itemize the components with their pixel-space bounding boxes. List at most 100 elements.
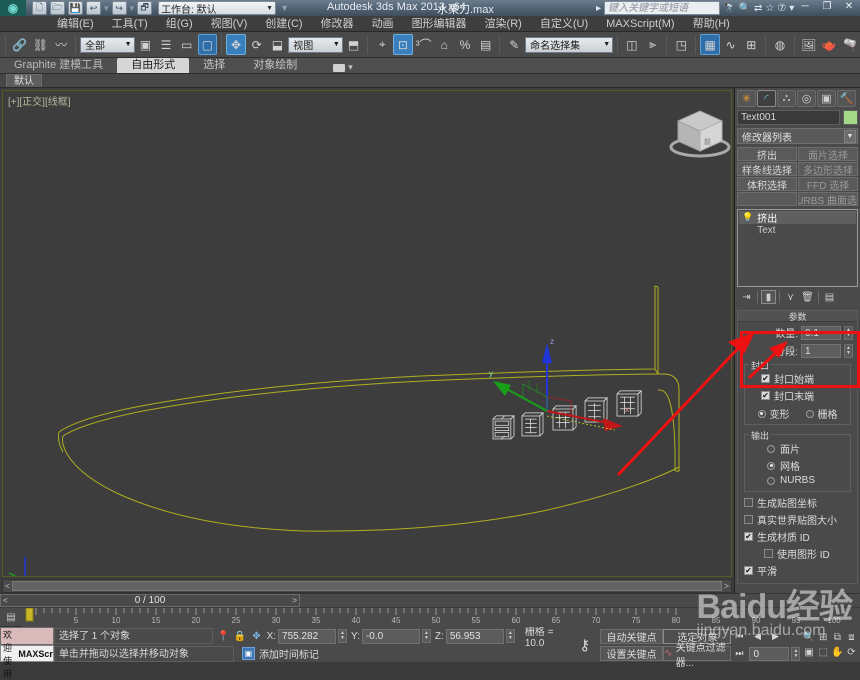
auto-key-button[interactable]: 自动关键点	[599, 629, 664, 644]
hierarchy-tab[interactable]: ⛬	[777, 90, 796, 107]
goto-end-icon[interactable]: ⏭	[731, 646, 747, 661]
output-mesh-radio[interactable]	[767, 461, 775, 470]
help-icon[interactable]: ⑦	[777, 3, 786, 14]
modify-tab[interactable]: ◜	[757, 90, 776, 107]
output-nurbs-radio[interactable]	[767, 476, 775, 485]
object-name-field[interactable]: Text001	[737, 110, 840, 125]
coord-z-field[interactable]: 56.953	[445, 628, 504, 644]
gen-map-coords-checkbox[interactable]: ✔	[744, 498, 753, 507]
real-world-size-row[interactable]: ✔ 真实世界贴图大小	[742, 512, 853, 527]
gen-material-id-checkbox[interactable]: ✔	[744, 532, 753, 541]
modifier-button-poly-select[interactable]: 多边形选择	[798, 162, 858, 176]
use-shape-id-checkbox[interactable]: ✔	[764, 549, 773, 558]
set-key-button[interactable]: 设置关键点	[599, 646, 664, 661]
field-of-view-icon[interactable]: ⬚	[817, 645, 830, 659]
minimize-icon[interactable]: ─	[796, 0, 814, 13]
menu-group[interactable]: 组(G)	[157, 16, 202, 32]
time-slider[interactable]: < 0 / 100 >	[0, 594, 300, 607]
percent-snap-icon[interactable]: ³⌒	[414, 34, 434, 55]
star-icon[interactable]: ☆	[765, 3, 774, 14]
spinner-snap-icon[interactable]: ⌂	[434, 34, 454, 55]
menu-create[interactable]: 创建(C)	[256, 16, 311, 32]
coord-y-field[interactable]: -0.0	[361, 628, 420, 644]
pan-icon[interactable]: ✋	[831, 645, 844, 659]
key-filters-button[interactable]: ∿ 关键点过滤器...	[663, 643, 732, 669]
help-dropdown-icon[interactable]: ▾	[789, 3, 794, 14]
output-mesh-row[interactable]: 网格	[749, 458, 846, 473]
coord-x-spinner[interactable]: ▲ ▼	[338, 629, 348, 643]
lock-selection-icon[interactable]: 🔒	[234, 629, 246, 644]
open-mini-curve-editor-icon[interactable]: ▤	[0, 609, 22, 626]
menu-graph-editors[interactable]: 图形编辑器	[403, 16, 476, 32]
modifier-button-blank[interactable]	[737, 192, 797, 206]
gen-material-id-row[interactable]: ✔ 生成材质 ID	[742, 529, 853, 544]
app-logo-icon[interactable]: ◉	[0, 0, 26, 16]
zoom-all-icon[interactable]: ⊞	[817, 630, 830, 644]
menu-help[interactable]: 帮助(H)	[684, 16, 739, 32]
object-color-swatch[interactable]	[843, 110, 858, 125]
mirror-icon[interactable]: ◫	[622, 34, 642, 55]
exchange-icon[interactable]: ⇄	[754, 3, 762, 14]
menu-animation[interactable]: 动画	[363, 16, 403, 32]
layer-manager-icon[interactable]: ◳	[671, 34, 691, 55]
edit-named-selection-icon[interactable]: ✎	[504, 34, 524, 55]
cap-end-row[interactable]: ✔ 封口末端	[749, 388, 846, 403]
absolute-relative-mode-icon[interactable]: ✥	[250, 629, 262, 644]
amount-spinner[interactable]: ▲ ▼	[844, 325, 853, 340]
next-frame-arrow[interactable]: >	[292, 596, 297, 605]
set-project-icon[interactable]: 🗗	[137, 1, 153, 15]
window-crossing-icon[interactable]: ▢	[197, 34, 218, 55]
zoom-extents-all-icon[interactable]: ⧈	[845, 630, 858, 644]
output-nurbs-row[interactable]: NURBS	[749, 475, 846, 486]
redo-icon[interactable]: ↪	[111, 1, 127, 15]
menu-rendering[interactable]: 渲染(R)	[476, 16, 531, 32]
cap-end-checkbox[interactable]: ✔	[761, 391, 770, 400]
key-mode-toggle[interactable]: ⚷	[570, 627, 600, 662]
modifier-button-ffd-select[interactable]: FFD 选择	[798, 177, 858, 191]
morph-radio-row[interactable]: 变形	[757, 406, 790, 421]
snaps-toggle-icon[interactable]: ⌖	[372, 34, 392, 55]
workspace-selector[interactable]: 工作台: 默认 ▼	[158, 1, 277, 16]
toggle-ribbon-icon[interactable]: ▦	[700, 34, 720, 55]
orbit-icon[interactable]: ⟳	[845, 645, 858, 659]
ribbon-tab-graphite-modeling[interactable]: Graphite 建模工具	[0, 58, 117, 73]
frame-spinner[interactable]: ▲ ▼	[791, 646, 801, 661]
modifier-button-patch-select[interactable]: 面片选择	[798, 147, 858, 161]
coord-x-field[interactable]: 755.282	[278, 628, 337, 644]
display-tab[interactable]: ▣	[817, 90, 836, 107]
spinner-snap2-icon[interactable]: ▤	[476, 34, 496, 55]
menu-edit[interactable]: 编辑(E)	[48, 16, 103, 32]
select-by-name-icon[interactable]: ☰	[156, 34, 176, 55]
grid-radio-row[interactable]: 栅格	[805, 406, 838, 421]
modifier-button-spline-select[interactable]: 样条线选择	[737, 162, 797, 176]
cap-start-row[interactable]: ✔ 封口始端	[749, 371, 846, 386]
redo-dropdown-icon[interactable]: ▾	[130, 3, 135, 14]
viewcube[interactable]: 前	[658, 99, 732, 161]
goto-start-icon[interactable]: ⏮	[731, 629, 747, 644]
motion-tab[interactable]: ◎	[797, 90, 816, 107]
show-end-result-icon[interactable]: ▮	[761, 290, 776, 304]
ribbon-tab-object-paint[interactable]: 对象绘制	[239, 58, 311, 73]
menu-views[interactable]: 视图(V)	[202, 16, 257, 32]
remove-modifier-icon[interactable]: 🗑	[800, 290, 815, 304]
ribbon-view-options[interactable]: ▾	[333, 62, 353, 73]
save-file-icon[interactable]: 💾	[68, 1, 83, 15]
open-file-icon[interactable]: 🗁	[50, 1, 65, 15]
rendered-frame-window-icon[interactable]: 🫖	[820, 34, 840, 55]
segments-spinner[interactable]: ▲ ▼	[844, 343, 853, 358]
key-icon[interactable]: ⚷	[579, 636, 590, 654]
align-icon[interactable]: ⫸	[643, 34, 663, 55]
cap-start-checkbox[interactable]: ✔	[761, 374, 770, 383]
new-file-icon[interactable]: 🗋	[32, 1, 47, 15]
zoom-icon[interactable]: 🔍	[802, 630, 815, 644]
maximize-icon[interactable]: ❐	[818, 0, 836, 13]
menu-tools[interactable]: 工具(T)	[103, 16, 157, 32]
current-frame-field[interactable]: 0	[749, 646, 790, 661]
ribbon-subtab-default[interactable]: 默认	[6, 74, 42, 87]
reference-coordinate-combo[interactable]: 视图 ▼	[288, 36, 343, 53]
key-search-icon[interactable]: 🔍	[738, 3, 750, 14]
modifier-button-nurbs-select[interactable]: NURBS 曲面选择	[798, 192, 858, 206]
render-production-icon[interactable]: 🫗	[840, 34, 860, 55]
previous-frame-icon[interactable]: ◀	[749, 629, 765, 644]
parameters-rollout-title[interactable]: 参数	[738, 311, 857, 322]
